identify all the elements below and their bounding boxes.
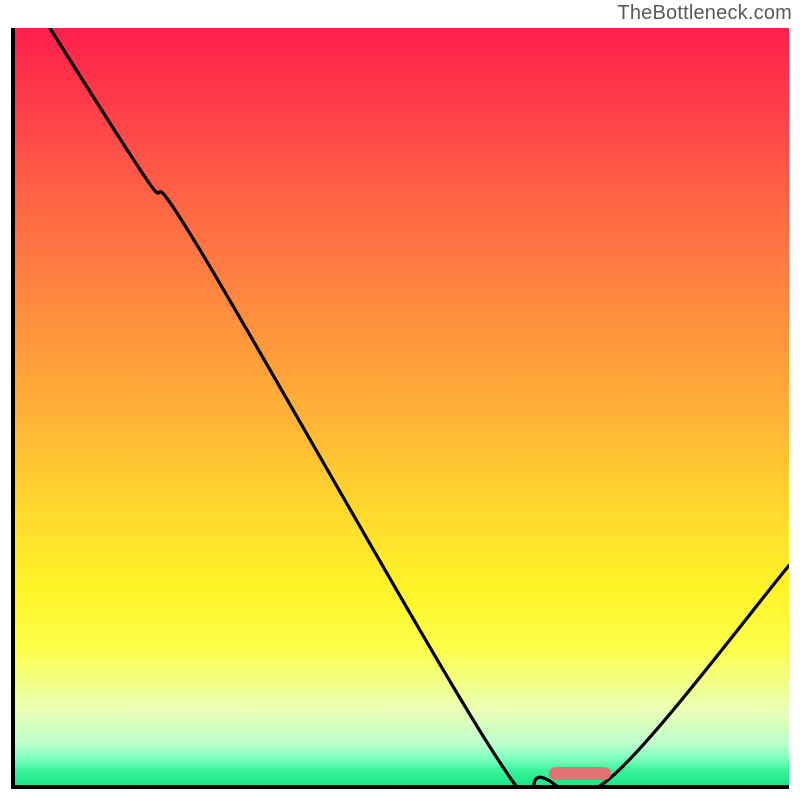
bottleneck-curve xyxy=(15,28,789,785)
curve-path xyxy=(50,28,789,785)
plot-axes xyxy=(11,28,789,789)
plot-area xyxy=(15,28,789,785)
chart-container: TheBottleneck.com xyxy=(0,0,800,800)
watermark-text: TheBottleneck.com xyxy=(617,2,792,25)
optimal-marker xyxy=(549,767,611,780)
